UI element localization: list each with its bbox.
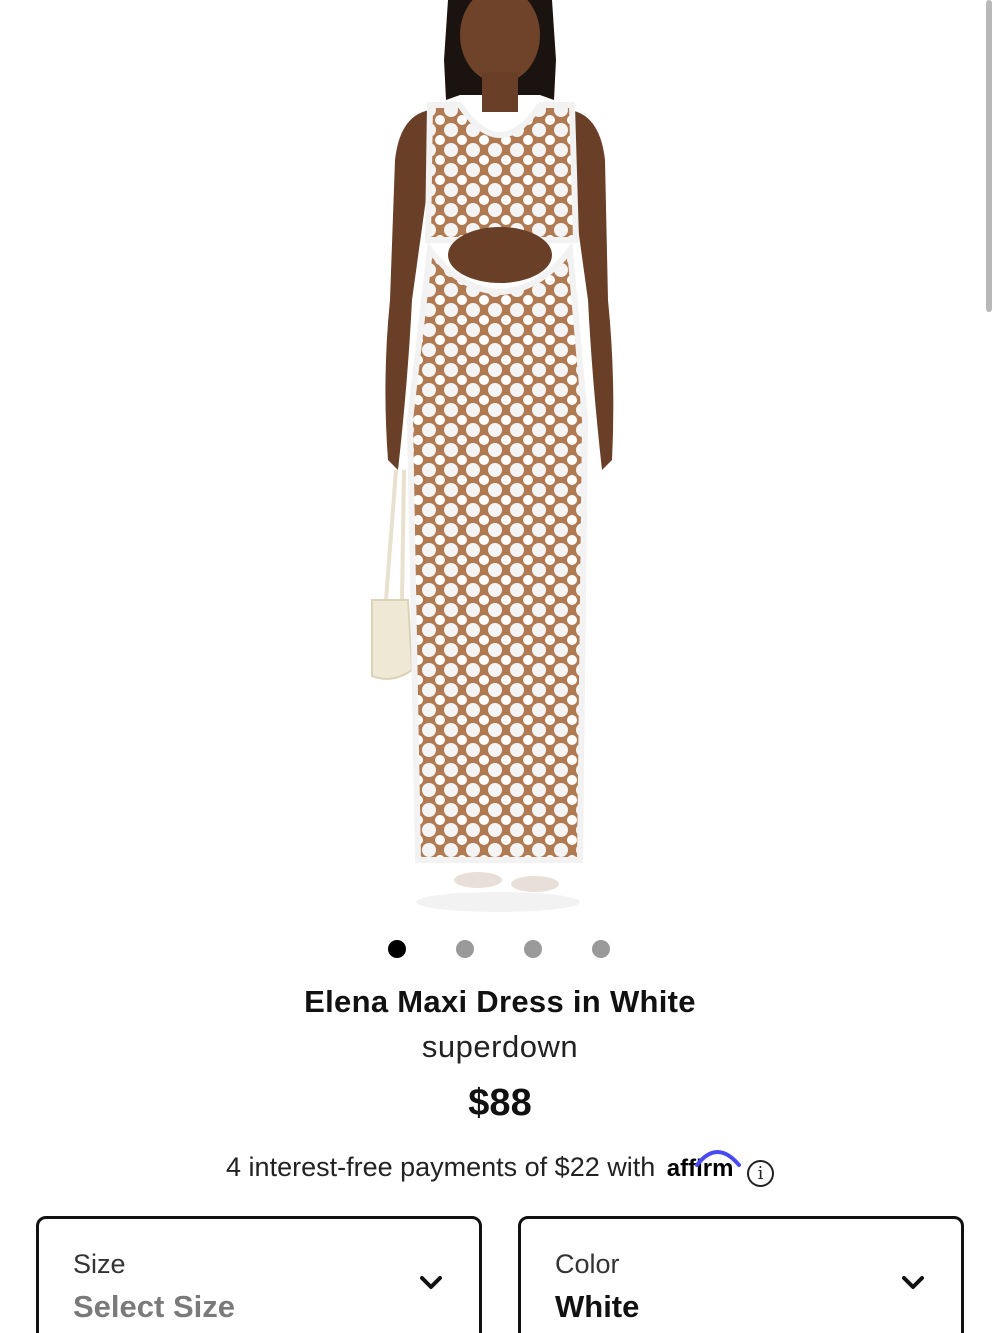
info-icon[interactable]: i — [746, 1160, 774, 1187]
chevron-down-icon — [902, 1276, 924, 1289]
carousel-dot-3[interactable] — [524, 940, 542, 958]
color-select[interactable]: Color White — [518, 1216, 964, 1333]
scrollbar[interactable] — [986, 0, 992, 312]
product-photo-illustration — [371, 0, 614, 912]
product-image[interactable] — [0, 0, 1000, 920]
carousel-dot-4[interactable] — [592, 940, 610, 958]
carousel-dot-1[interactable] — [388, 940, 406, 958]
color-label: Color — [555, 1249, 620, 1279]
affirm-payments[interactable]: 4 interest-free payments of $22 with aff… — [0, 1150, 1000, 1187]
carousel-dots — [0, 940, 1000, 958]
chevron-down-icon — [420, 1276, 442, 1289]
color-value: White — [555, 1289, 640, 1324]
product-price: $88 — [468, 1082, 532, 1124]
product-title: Elena Maxi Dress in White — [304, 984, 696, 1019]
payments-text: 4 interest-free payments of $22 with — [226, 1152, 656, 1182]
affirm-logo: affirm — [667, 1150, 741, 1182]
size-value: Select Size — [73, 1289, 235, 1324]
product-brand[interactable]: superdown — [0, 1029, 1000, 1065]
carousel-dot-2[interactable] — [456, 940, 474, 958]
size-select[interactable]: Size Select Size — [36, 1216, 482, 1333]
size-label: Size — [73, 1249, 126, 1279]
